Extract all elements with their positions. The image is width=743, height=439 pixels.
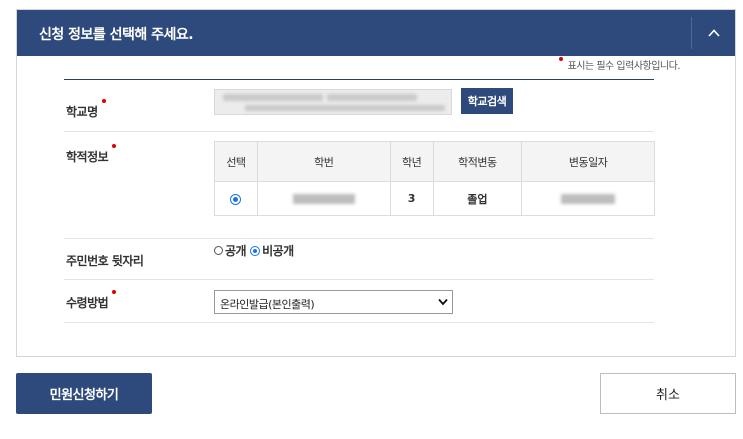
collapse-button[interactable] xyxy=(692,10,735,56)
column-header: 선택 xyxy=(214,141,258,182)
receive-method-label-text: 수령방법 xyxy=(66,296,109,310)
receive-method-value: 온라인발급(본인출력) xyxy=(220,298,315,311)
row-divider xyxy=(64,238,654,239)
record-label: 학적정보 xyxy=(66,144,117,165)
column-header: 변동일자 xyxy=(521,141,655,182)
submit-application-button[interactable]: 민원신청하기 xyxy=(16,373,152,414)
chevron-down-icon xyxy=(438,298,448,306)
public-radio[interactable] xyxy=(214,246,223,255)
redacted-text xyxy=(327,94,417,101)
grade-cell: 3 xyxy=(389,181,434,216)
cancel-button[interactable]: 취소 xyxy=(600,373,736,414)
required-mark-icon xyxy=(101,99,106,103)
record-label-text: 학적정보 xyxy=(66,150,109,164)
student-record-table: 선택 학번 학년 학적변동 변동일자 3 졸업 xyxy=(214,141,655,216)
school-label: 학교명 xyxy=(66,99,106,120)
panel-title: 신청 정보를 선택해 주세요. xyxy=(39,27,194,43)
school-search-button[interactable]: 학교검색 xyxy=(461,88,513,114)
public-option-label: 공개 xyxy=(225,244,247,258)
receive-method-select[interactable]: 온라인발급(본인출력) xyxy=(214,290,453,314)
panel-header: 신청 정보를 선택해 주세요. xyxy=(17,10,735,56)
public-option[interactable]: 공개 xyxy=(214,242,247,259)
chevron-up-icon xyxy=(707,29,720,37)
form-top-rule xyxy=(64,79,654,80)
resident-number-label: 주민번호 뒷자리 xyxy=(66,254,144,268)
school-label-text: 학교명 xyxy=(66,105,98,119)
redacted-student-id xyxy=(292,194,355,204)
private-option-label: 비공개 xyxy=(262,244,294,258)
table-header-row: 선택 학번 학년 학적변동 변동일자 xyxy=(214,141,655,182)
column-header: 학번 xyxy=(256,141,391,182)
column-header: 학적변동 xyxy=(432,141,523,182)
required-note-text: 표시는 필수 입력사항입니다. xyxy=(567,61,681,72)
row-divider xyxy=(64,279,654,280)
school-name-input[interactable] xyxy=(214,89,452,115)
receive-method-label: 수령방법 xyxy=(66,290,117,311)
resident-number-radio-group: 공개 비공개 xyxy=(214,242,298,259)
redacted-text xyxy=(223,94,323,101)
private-radio[interactable] xyxy=(250,245,261,256)
row-divider xyxy=(64,322,654,323)
redacted-text xyxy=(245,105,445,111)
student-id-cell xyxy=(256,181,391,216)
private-option[interactable]: 비공개 xyxy=(250,242,294,259)
record-select-radio[interactable] xyxy=(230,193,242,205)
redacted-date xyxy=(561,194,616,204)
required-mark-icon xyxy=(558,57,563,61)
select-cell xyxy=(214,181,258,216)
row-divider xyxy=(64,131,654,132)
status-cell: 졸업 xyxy=(432,181,523,216)
table-row: 3 졸업 xyxy=(214,181,655,216)
date-cell xyxy=(521,181,655,216)
required-note: 표시는 필수 입력사항입니다. xyxy=(558,57,681,72)
column-header: 학년 xyxy=(389,141,434,182)
